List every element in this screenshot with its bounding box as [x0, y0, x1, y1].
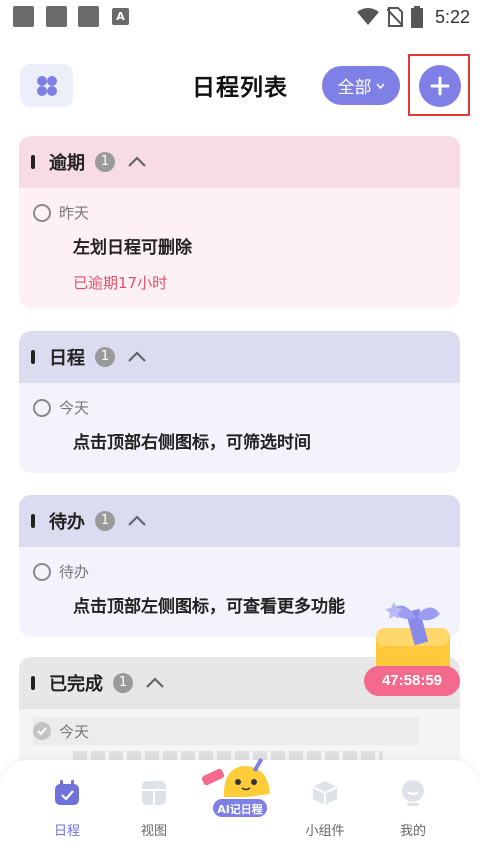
count-badge: 1	[95, 511, 115, 531]
section-marker	[31, 514, 35, 528]
nav-label: 日程	[53, 824, 80, 839]
notification-icon	[46, 6, 67, 27]
list-item[interactable]: 昨天 左划日程可删除 已逾期17小时	[19, 188, 460, 293]
item-date: 今天	[59, 722, 90, 741]
filter-dropdown[interactable]: 全部	[322, 66, 400, 105]
chevron-up-icon[interactable]	[145, 677, 165, 689]
item-title: 左划日程可删除	[73, 238, 192, 258]
section-marker	[31, 155, 35, 169]
nav-label: 小组件	[305, 824, 345, 839]
filter-label: 全部	[337, 78, 372, 98]
countdown-timer[interactable]: 47:58:59	[364, 666, 460, 696]
nav-label: 我的	[399, 824, 426, 839]
nav-item-profile[interactable]: 我的	[378, 778, 448, 839]
list-item[interactable]: 今天 点击顶部右侧图标，可筛选时间	[19, 383, 460, 453]
profile-icon	[402, 780, 424, 806]
ai-schedule-button[interactable]: AI记日程	[196, 754, 286, 824]
battery-icon	[410, 6, 423, 28]
view-grid-icon	[142, 781, 166, 805]
nav-label: 视图	[140, 824, 167, 839]
section-header[interactable]: 日程 1	[19, 331, 460, 383]
complete-checkbox[interactable]	[33, 398, 51, 417]
section-title: 待办	[49, 512, 85, 533]
section-schedule: 日程 1 今天 点击顶部右侧图标，可筛选时间	[19, 331, 460, 473]
count-badge: 1	[95, 347, 115, 367]
complete-checkbox[interactable]	[33, 562, 51, 581]
count-badge: 1	[113, 673, 133, 693]
section-title: 日程	[49, 348, 85, 369]
notification-icon	[13, 6, 34, 27]
overdue-status: 已逾期17小时	[73, 274, 168, 292]
notification-icon	[78, 6, 99, 27]
item-title: 点击顶部右侧图标，可筛选时间	[73, 433, 311, 453]
highlight-box	[408, 54, 470, 116]
chevron-up-icon[interactable]	[127, 156, 147, 168]
section-title: 已完成	[49, 674, 103, 695]
ai-label: AI记日程	[211, 797, 269, 819]
section-header[interactable]: 待办 1	[19, 495, 460, 547]
section-header[interactable]: 逾期 1	[19, 136, 460, 188]
chevron-up-icon[interactable]	[127, 515, 147, 527]
wifi-icon	[356, 8, 379, 25]
nav-item-schedule[interactable]: 日程	[32, 778, 102, 839]
item-date: 今天	[59, 399, 90, 417]
nav-item-widgets[interactable]: 小组件	[290, 778, 360, 839]
clock: 5:22	[434, 6, 470, 27]
item-date: 待办	[59, 563, 90, 581]
item-date: 昨天	[59, 204, 90, 222]
count-badge: 1	[95, 152, 115, 172]
section-marker	[31, 676, 35, 690]
nav-item-view[interactable]: 视图	[119, 778, 189, 839]
checked-checkbox[interactable]	[33, 722, 51, 740]
chevron-up-icon[interactable]	[127, 351, 147, 363]
no-sim-icon	[386, 7, 403, 27]
calendar-icon	[55, 780, 79, 805]
section-marker	[31, 350, 35, 364]
check-icon	[37, 727, 47, 735]
cube-icon	[312, 781, 338, 805]
app-notification-icon: A	[112, 8, 129, 25]
chevron-down-icon	[375, 83, 385, 89]
status-bar: A 5:22	[0, 0, 480, 34]
complete-checkbox[interactable]	[33, 203, 51, 222]
section-overdue: 逾期 1 昨天 左划日程可删除 已逾期17小时	[19, 136, 460, 308]
section-title: 逾期	[49, 153, 85, 174]
